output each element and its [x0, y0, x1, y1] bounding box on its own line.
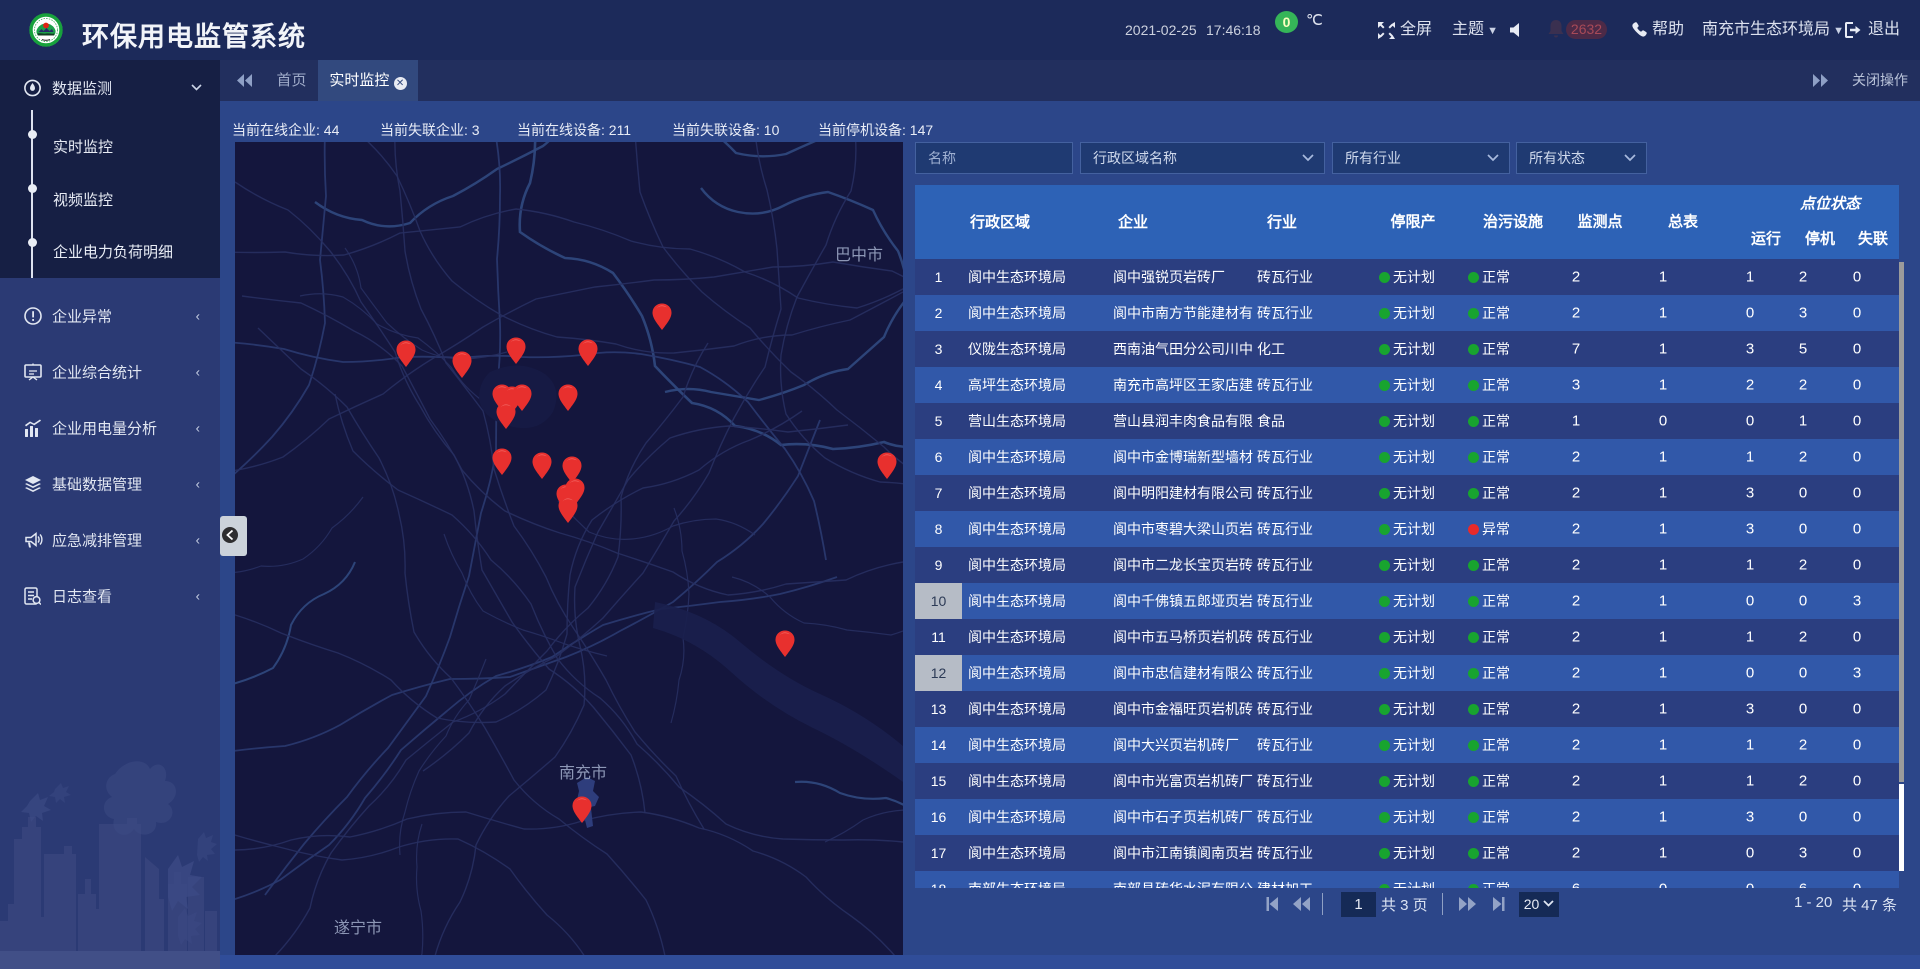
svg-text:巴中市: 巴中市: [835, 246, 883, 264]
svg-text:遂宁市: 遂宁市: [334, 919, 382, 937]
svg-text:南充市: 南充市: [559, 764, 607, 782]
